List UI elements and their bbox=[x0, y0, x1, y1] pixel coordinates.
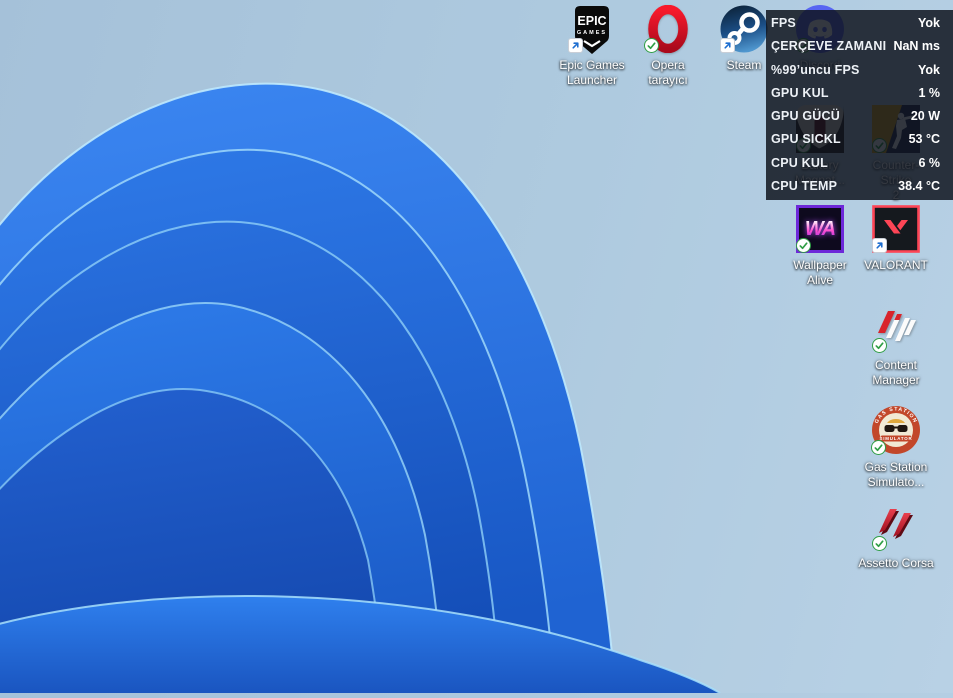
checkmark-badge-icon bbox=[872, 536, 887, 551]
desktop-icon-content-manager[interactable]: Content Manager bbox=[858, 305, 934, 388]
icon-label: Assetto Corsa bbox=[858, 556, 934, 570]
osd-row-frametime: ÇERÇEVE ZAMANI NaN ms bbox=[771, 39, 940, 53]
desktop-icon-wallpaper-alive[interactable]: WA Wallpaper Alive bbox=[782, 205, 858, 288]
steam-logo-icon bbox=[720, 5, 768, 53]
icon-label: VALORANT bbox=[864, 258, 928, 272]
valorant-logo-icon bbox=[872, 205, 920, 253]
osd-label: GPU KUL bbox=[771, 85, 829, 100]
osd-row-cpu-usage: CPU KUL 6 % bbox=[771, 156, 940, 170]
checkmark-badge-icon bbox=[644, 38, 659, 53]
icon-label: Opera tarayıcı bbox=[648, 58, 688, 87]
svg-text:GAMES: GAMES bbox=[577, 30, 607, 36]
svg-text:EPIC: EPIC bbox=[577, 14, 606, 28]
desktop-icon-gas-station-simulator[interactable]: GAS STATION SIMULATOR Gas Station Simula… bbox=[858, 405, 934, 490]
osd-value: 6 % bbox=[918, 155, 940, 170]
icon-label: Gas Station Simulato... bbox=[864, 460, 928, 489]
osd-value: 1 % bbox=[918, 85, 940, 100]
svg-text:SIMULATOR: SIMULATOR bbox=[880, 436, 913, 441]
osd-label: FPS bbox=[771, 16, 796, 30]
icon-label: Content Manager bbox=[872, 358, 920, 387]
osd-label: CPU KUL bbox=[771, 155, 828, 170]
checkmark-badge-icon bbox=[872, 338, 887, 353]
desktop-icon-assetto-corsa[interactable]: Assetto Corsa bbox=[858, 503, 934, 571]
osd-row-99th-fps: %99’uncu FPS Yok bbox=[771, 63, 940, 77]
assetto-corsa-logo-icon bbox=[872, 503, 920, 551]
checkmark-badge-icon bbox=[871, 440, 886, 455]
osd-row-gpu-power: GPU GÜCÜ 20 W bbox=[771, 109, 940, 123]
osd-value: 53 °C bbox=[908, 132, 940, 147]
osd-label: GPU SICKL bbox=[771, 132, 841, 147]
osd-label: %99’uncu FPS bbox=[771, 62, 860, 77]
osd-value: Yok bbox=[918, 16, 940, 30]
shortcut-arrow-icon bbox=[872, 238, 887, 253]
icon-label: Wallpaper Alive bbox=[793, 258, 847, 287]
osd-row-gpu-usage: GPU KUL 1 % bbox=[771, 86, 940, 100]
epic-games-logo-icon: EPIC GAMES bbox=[568, 5, 616, 54]
osd-row-fps: FPS Yok bbox=[771, 16, 940, 30]
content-manager-logo-icon bbox=[872, 305, 920, 353]
wallpaper-alive-logo-icon: WA bbox=[796, 205, 844, 253]
osd-label: ÇERÇEVE ZAMANI bbox=[771, 39, 887, 54]
performance-osd-overlay: FPS Yok ÇERÇEVE ZAMANI NaN ms %99’uncu F… bbox=[766, 10, 953, 200]
osd-value: 38.4 °C bbox=[898, 178, 940, 193]
shortcut-arrow-icon bbox=[720, 38, 735, 53]
osd-value: 20 W bbox=[910, 109, 940, 124]
desktop-icon-epic-games-launcher[interactable]: EPIC GAMES Epic Games Launcher bbox=[554, 5, 630, 88]
osd-row-gpu-temp: GPU SICKL 53 °C bbox=[771, 132, 940, 146]
desktop-icon-valorant[interactable]: VALORANT bbox=[858, 205, 934, 273]
gas-station-simulator-logo-icon: GAS STATION SIMULATOR bbox=[871, 405, 921, 455]
desktop-icon-opera[interactable]: Opera tarayıcı bbox=[630, 5, 706, 88]
osd-label: GPU GÜCÜ bbox=[771, 109, 840, 124]
icon-label: Epic Games Launcher bbox=[559, 58, 625, 87]
osd-row-cpu-temp: CPU TEMP 38.4 °C bbox=[771, 179, 940, 193]
shortcut-arrow-icon bbox=[568, 38, 583, 53]
osd-value: NaN ms bbox=[893, 39, 940, 54]
opera-logo-icon bbox=[644, 5, 692, 53]
osd-label: CPU TEMP bbox=[771, 178, 838, 193]
checkmark-badge-icon bbox=[796, 238, 811, 253]
osd-value: Yok bbox=[918, 62, 940, 77]
